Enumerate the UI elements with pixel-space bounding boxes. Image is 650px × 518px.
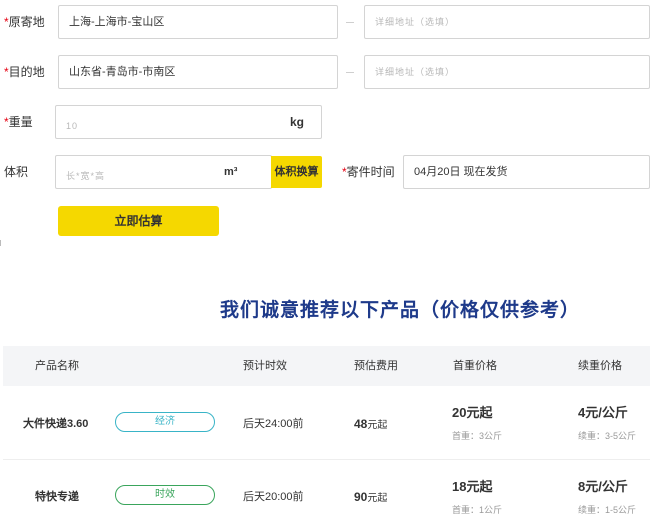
edge-mark — [0, 240, 1, 246]
volume-label: 体积 — [4, 165, 29, 179]
first-note: 首重：1公斤 — [452, 505, 503, 515]
product-name: 特快专递 — [35, 491, 79, 503]
volume-placeholder: 长*宽*高 — [66, 171, 106, 181]
col-product-name: 产品名称 — [35, 360, 79, 372]
send-time-label: *寄件时间 — [342, 165, 395, 179]
first-price: 18元起 — [452, 479, 493, 494]
weight-label: *重量 — [4, 115, 33, 129]
origin-select[interactable]: 上海-上海市-宝山区 — [58, 5, 338, 39]
extra-price: 4元/公斤 — [578, 405, 628, 420]
origin-label: *原寄地 — [4, 15, 45, 29]
weight-placeholder: 10 — [66, 121, 79, 131]
volume-input[interactable]: 长*宽*高 m³ — [55, 155, 272, 189]
first-note: 首重：3公斤 — [452, 431, 503, 441]
tag-badge: 经济 — [115, 412, 215, 432]
col-first-price: 首重价格 — [453, 360, 497, 372]
destination-select[interactable]: 山东省-青岛市-市南区 — [58, 55, 338, 89]
table-header: 产品名称 预计时效 预估费用 首重价格 续重价格 — [3, 346, 650, 386]
destination-value: 山东省-青岛市-市南区 — [69, 66, 176, 78]
destination-label: *目的地 — [4, 65, 45, 79]
extra-price: 8元/公斤 — [578, 479, 628, 494]
tag-badge: 时效 — [115, 485, 215, 505]
volume-convert-button[interactable]: 体积换算 — [271, 156, 322, 188]
destination-detail-input[interactable]: 详细地址（选填） — [364, 55, 650, 89]
separator-dash — [346, 22, 354, 23]
product-name: 大件快递3.60 — [23, 418, 89, 430]
send-time-value: 04月20日 现在发货 — [414, 166, 508, 178]
col-eta: 预计时效 — [243, 360, 287, 372]
col-fee: 预估费用 — [354, 360, 398, 372]
extra-note: 续重：1-5公斤 — [578, 505, 637, 515]
destination-detail-placeholder: 详细地址（选填） — [375, 67, 456, 77]
col-extra-price: 续重价格 — [578, 360, 622, 372]
volume-unit: m³ — [224, 166, 238, 178]
first-price: 20元起 — [452, 405, 493, 420]
table-row[interactable]: 特快专递 时效 后天20:00前 90元起 18元起 首重：1公斤 8元/公斤 … — [3, 460, 650, 518]
recommend-title: 我们诚意推荐以下产品（价格仅供参考） — [219, 300, 580, 321]
weight-unit: kg — [290, 115, 305, 129]
send-time-select[interactable]: 04月20日 现在发货 — [403, 155, 650, 189]
weight-input[interactable]: 10 kg — [55, 105, 322, 139]
origin-detail-placeholder: 详细地址（选填） — [375, 17, 456, 27]
table-row[interactable]: 大件快递3.60 经济 后天24:00前 48元起 20元起 首重：3公斤 4元… — [3, 386, 650, 460]
eta-value: 后天24:00前 — [243, 418, 304, 430]
extra-note: 续重：3-5公斤 — [578, 431, 637, 441]
fee-value: 48元起 — [354, 417, 388, 431]
origin-detail-input[interactable]: 详细地址（选填） — [364, 5, 650, 39]
estimate-button[interactable]: 立即估算 — [58, 206, 219, 236]
separator-dash — [346, 72, 354, 73]
eta-value: 后天20:00前 — [243, 491, 304, 503]
fee-value: 90元起 — [354, 490, 388, 504]
origin-value: 上海-上海市-宝山区 — [69, 16, 165, 28]
